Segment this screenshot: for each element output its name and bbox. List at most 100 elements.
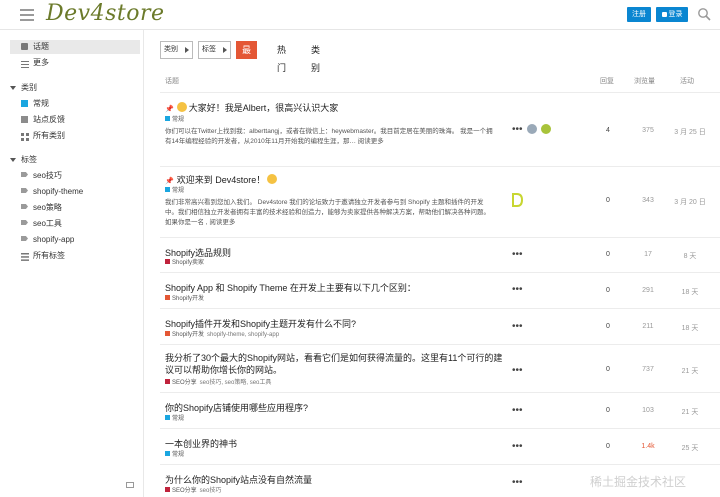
divider	[160, 392, 720, 393]
tags-section-toggle[interactable]: 标签	[10, 153, 37, 167]
tag-icon	[21, 220, 29, 228]
divider	[160, 166, 720, 167]
category-color-swatch	[165, 451, 170, 456]
sidebar-item-tag[interactable]: seo工具	[10, 217, 140, 231]
topic-activity[interactable]: 18 天	[672, 323, 708, 333]
sidebar-item-tag[interactable]: seo策略	[10, 201, 140, 215]
sidebar-item-category-feedback[interactable]: 站点反馈	[10, 113, 140, 127]
topic-excerpt[interactable]: 你们可以在Twitter上找到我：alberttangj，或者在微信上：heyw…	[165, 127, 495, 147]
posters-more-icon[interactable]: •••	[512, 322, 523, 332]
topic-category-label: 常规	[172, 416, 185, 422]
posters-more-icon[interactable]: •••	[512, 442, 523, 452]
register-button[interactable]: 注册	[627, 7, 651, 22]
categories-heading: 类别	[21, 83, 37, 92]
topic-category[interactable]: SEO分享 seo技巧	[165, 485, 221, 494]
topic-category[interactable]: 常规	[165, 114, 184, 123]
tab-latest[interactable]: 最新	[236, 41, 258, 73]
sidebar-item-tag[interactable]: shopify-theme	[10, 185, 140, 199]
hamburger-menu-icon[interactable]	[20, 9, 34, 21]
wave-emoji-icon	[267, 174, 278, 184]
topic-activity[interactable]: 3 月 20 日	[672, 197, 708, 207]
topic-title-link[interactable]: 你的Shopify店铺使用哪些应用程序?	[165, 401, 308, 414]
column-header-activity[interactable]: 活动	[680, 76, 694, 86]
category-dropdown[interactable]: 类别	[160, 41, 193, 59]
topic-replies: 4	[606, 127, 610, 134]
topic-tags[interactable]: shopify-theme, shopify-app	[207, 332, 279, 338]
search-icon[interactable]	[697, 7, 711, 21]
category-color-swatch	[165, 415, 170, 420]
sidebar-item-category-general[interactable]: 常规	[10, 97, 140, 111]
sidebar-item-tag[interactable]: shopify-app	[10, 233, 140, 247]
topic-views: 343	[642, 197, 654, 204]
topic-activity[interactable]: 25 天	[672, 443, 708, 453]
avatar[interactable]	[541, 124, 551, 134]
sidebar-item-tag[interactable]: seo技巧	[10, 169, 140, 183]
topic-replies: 0	[606, 323, 610, 330]
column-header-replies[interactable]: 回复	[600, 76, 614, 86]
category-color-swatch	[165, 379, 170, 384]
sidebar-item-all-tags[interactable]: 所有标签	[10, 249, 140, 263]
topic-replies: 0	[606, 407, 610, 414]
pin-icon: 📌	[165, 178, 174, 185]
login-label: 登录	[668, 11, 683, 18]
sidebar-item-all-categories[interactable]: 所有类别	[10, 129, 140, 143]
topic-activity[interactable]: 21 天	[672, 366, 708, 376]
avatar[interactable]	[527, 124, 537, 134]
tag-icon	[21, 236, 29, 244]
topic-views: 291	[642, 287, 654, 294]
topic-activity[interactable]: 8 天	[672, 251, 708, 261]
topic-title-text: 欢迎来到 Dev4store！	[176, 175, 266, 185]
topic-excerpt[interactable]: 我们非常高兴看到您加入我们。 Dev4store 我们的论坛致力于邀请独立开发者…	[165, 198, 495, 228]
divider	[160, 272, 720, 273]
divider	[160, 237, 720, 238]
topic-category[interactable]: 常规	[165, 413, 184, 422]
sidebar-item-label: 常规	[33, 99, 49, 108]
topic-category[interactable]: 常规	[165, 449, 184, 458]
posters-more-icon[interactable]: •••	[512, 250, 523, 260]
topic-activity[interactable]: 18 天	[672, 287, 708, 297]
login-button[interactable]: 登录	[656, 7, 688, 22]
posters-more-icon[interactable]: •••	[512, 285, 523, 295]
sidebar-item-label: 所有类别	[33, 131, 65, 140]
topic-category[interactable]: Shopify卖家	[165, 257, 204, 266]
categories-section-toggle[interactable]: 类别	[10, 81, 37, 95]
topic-activity[interactable]: 21 天	[672, 407, 708, 417]
pin-icon: 📌	[165, 106, 174, 113]
tag-dropdown[interactable]: 标签	[198, 41, 231, 59]
divider	[160, 344, 720, 345]
topic-tags[interactable]: seo技巧	[200, 488, 222, 494]
sidebar-item-topics[interactable]: 话题	[10, 40, 140, 54]
tab-hot[interactable]: 热门	[271, 41, 292, 73]
posters-more-icon[interactable]: •••	[512, 366, 523, 376]
sidebar-item-label: 所有标签	[33, 251, 65, 260]
topic-tags[interactable]: seo技巧, seo策略, seo工具	[200, 380, 272, 386]
topic-category[interactable]: Shopify开发 shopify-theme, shopify-app	[165, 329, 279, 338]
topic-category-label: 常规	[172, 117, 185, 123]
sidebar-item-more[interactable]: 更多	[10, 56, 140, 70]
topic-category[interactable]: Shopify开发	[165, 293, 204, 302]
topic-activity[interactable]: 3 月 25 日	[672, 127, 708, 137]
sidebar-item-label: shopify-theme	[33, 187, 84, 196]
site-logo[interactable]: Dev4store	[46, 1, 165, 26]
topic-views: 103	[642, 407, 654, 414]
posters-more-icon[interactable]: •••	[512, 406, 523, 416]
topic-category[interactable]: 常规	[165, 185, 184, 194]
category-color-swatch	[165, 295, 170, 300]
topic-category[interactable]: SEO分享 seo技巧, seo策略, seo工具	[165, 377, 271, 386]
column-header-topic[interactable]: 话题	[165, 76, 179, 86]
collapse-sidebar-icon[interactable]	[126, 482, 134, 488]
poster-logo-icon[interactable]	[511, 193, 523, 207]
sidebar-item-label: 站点反馈	[33, 115, 65, 124]
sidebar-item-label: 更多	[33, 58, 49, 67]
divider	[160, 428, 720, 429]
posters-more-icon[interactable]: •••	[512, 478, 523, 488]
topic-replies: 0	[606, 287, 610, 294]
topic-title-link[interactable]: 我分析了30个最大的Shopify网站，看看它们是如何获得流量的。这里有11个可…	[165, 352, 505, 376]
topic-views: 737	[642, 366, 654, 373]
topic-title-link[interactable]: 📌 大家好！我是Albert，很高兴认识大家	[165, 101, 338, 114]
column-header-views[interactable]: 浏览量	[634, 76, 655, 86]
sidebar: 话题 更多 类别 常规 站点反馈 所有类别 标签 seo技巧 shopify-t…	[0, 30, 144, 497]
tab-categories[interactable]: 类别	[305, 41, 326, 73]
topic-category-label: 常规	[172, 188, 185, 194]
posters-more-icon[interactable]: •••	[512, 125, 523, 135]
